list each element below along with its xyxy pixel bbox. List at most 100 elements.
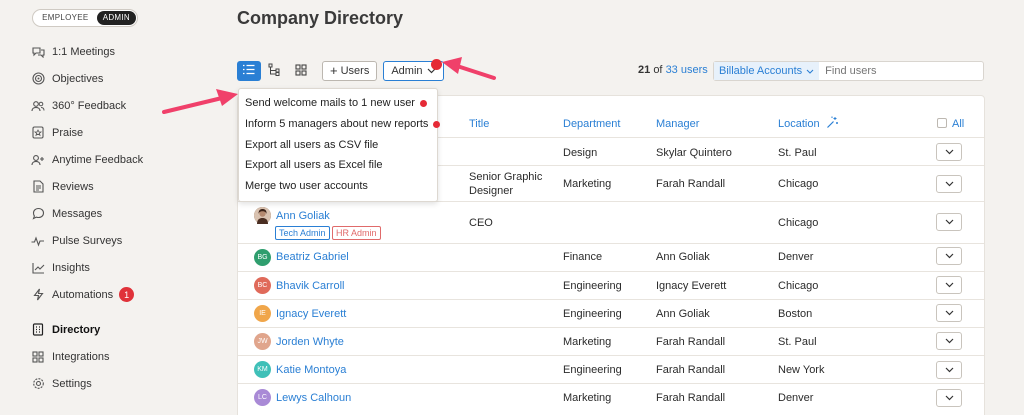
column-location[interactable]: Location (778, 118, 820, 130)
user-name-link[interactable]: Bhavik Carroll (276, 280, 344, 292)
row-actions-button[interactable] (936, 247, 962, 265)
user-count-of: of (653, 64, 663, 76)
toggle-admin[interactable]: ADMIN (96, 11, 136, 25)
chevron-down-icon (945, 392, 954, 404)
avatar: BC (254, 277, 271, 294)
menu-item-send-welcome[interactable]: Send welcome mails to 1 new user (245, 97, 427, 109)
annotation-arrow-icon (162, 89, 238, 114)
toolbar: + Users Admin (237, 59, 444, 81)
add-users-button[interactable]: + Users (322, 61, 378, 81)
row-title-line1: Senior Graphic (469, 171, 543, 183)
menu-item-label: Export all users as Excel file (245, 159, 383, 171)
menu-item-inform-managers[interactable]: Inform 5 managers about new reports (245, 118, 441, 130)
chevron-down-icon (945, 279, 954, 291)
menu-item-merge-accounts[interactable]: Merge two user accounts (245, 180, 368, 192)
plus-icon: + (330, 63, 338, 78)
chat-bubbles-icon (31, 45, 45, 59)
column-department[interactable]: Department (563, 118, 620, 130)
role-toggle[interactable]: EMPLOYEE ADMIN (32, 9, 138, 27)
avatar: KM (254, 361, 271, 378)
row-department: Marketing (563, 336, 612, 348)
building-icon (31, 323, 45, 337)
toggle-employee[interactable]: EMPLOYEE (34, 11, 97, 25)
sidebar-item-directory[interactable]: Directory (31, 316, 211, 343)
chevron-down-icon (945, 250, 954, 262)
search-input[interactable] (819, 65, 970, 77)
sidebar-item-anytime-feedback[interactable]: Anytime Feedback (31, 146, 211, 173)
row-actions-button[interactable] (936, 361, 962, 379)
column-title[interactable]: Title (469, 118, 489, 130)
row-location: Chicago (778, 280, 819, 292)
row-actions-button[interactable] (936, 389, 962, 407)
menu-item-label: Send welcome mails to 1 new user (245, 97, 415, 109)
user-name-link[interactable]: Beatriz Gabriel (276, 251, 349, 263)
tech-admin-tag: Tech Admin (275, 226, 330, 240)
user-name-link[interactable]: Katie Montoya (276, 364, 346, 376)
chevron-down-icon (945, 178, 954, 190)
chevron-down-icon (945, 216, 954, 228)
notification-dot (419, 99, 427, 107)
list-icon (242, 64, 256, 78)
sidebar-item-settings[interactable]: Settings (31, 370, 211, 397)
row-actions-button[interactable] (936, 175, 962, 193)
account-filter-label: Billable Accounts (719, 65, 803, 77)
lightning-icon (31, 288, 45, 302)
row-manager: Ann Goliak (656, 251, 710, 263)
user-filter: Billable Accounts (713, 61, 984, 81)
chevron-down-icon (945, 364, 954, 376)
row-department: Marketing (563, 392, 612, 404)
row-department: Marketing (563, 178, 612, 190)
select-all-checkbox[interactable] (937, 118, 947, 128)
column-manager[interactable]: Manager (656, 118, 699, 130)
menu-item-label: Inform 5 managers about new reports (245, 118, 429, 130)
list-view-button[interactable] (237, 61, 261, 81)
row-actions-button[interactable] (936, 276, 962, 294)
menu-item-export-excel[interactable]: Export all users as Excel file (245, 159, 383, 171)
sidebar-item-praise[interactable]: Praise (31, 119, 211, 146)
sidebar-item-insights[interactable]: Insights (31, 254, 211, 281)
row-actions-button[interactable] (936, 213, 962, 231)
hr-admin-tag: HR Admin (332, 226, 381, 240)
sidebar-item-automations[interactable]: Automations 1 (31, 281, 211, 308)
sidebar-item-pulse-surveys[interactable]: Pulse Surveys (31, 227, 211, 254)
admin-dropdown-menu: Send welcome mails to 1 new user Inform … (238, 88, 441, 202)
row-title-line2: Designer (469, 185, 514, 197)
org-chart-icon (268, 63, 282, 79)
sidebar-item-meetings[interactable]: 1:1 Meetings (31, 38, 211, 65)
select-all-label[interactable]: All (952, 118, 964, 130)
sidebar-item-label: 1:1 Meetings (52, 45, 115, 58)
user-name-link[interactable]: Ignacy Everett (276, 308, 346, 320)
org-chart-view-button[interactable] (263, 61, 287, 81)
sidebar-item-label: Messages (52, 207, 103, 220)
grid-icon (31, 350, 45, 364)
avatar (254, 207, 271, 224)
row-actions-button[interactable] (936, 143, 962, 161)
row-manager: Farah Randall (656, 392, 726, 404)
grid-view-button[interactable] (289, 61, 313, 81)
row-actions-button[interactable] (936, 304, 962, 322)
sidebar-item-messages[interactable]: Messages (31, 200, 211, 227)
account-filter-select[interactable]: Billable Accounts (714, 62, 820, 80)
user-count-total[interactable]: 33 users (666, 64, 708, 76)
speech-bubble-icon (31, 207, 45, 221)
menu-item-label: Merge two user accounts (245, 180, 368, 192)
menu-item-export-csv[interactable]: Export all users as CSV file (245, 139, 378, 151)
people-icon (31, 99, 45, 113)
sidebar-item-integrations[interactable]: Integrations (31, 343, 211, 370)
notification-dot (433, 120, 441, 128)
sidebar: EMPLOYEE ADMIN 1:1 Meetings Objectives 3… (0, 0, 215, 415)
add-users-label: Users (340, 65, 370, 77)
avatar: LC (254, 389, 271, 406)
sidebar-item-label: Anytime Feedback (52, 153, 144, 166)
user-name-link[interactable]: Lewys Calhoun (276, 392, 351, 404)
row-department: Finance (563, 251, 603, 263)
row-actions-button[interactable] (936, 332, 962, 350)
row-location: Chicago (778, 217, 819, 229)
sidebar-item-reviews[interactable]: Reviews (31, 173, 211, 200)
magic-wand-icon[interactable] (826, 116, 839, 132)
praise-card-icon (31, 126, 45, 140)
chevron-down-icon (945, 307, 954, 319)
user-name-link[interactable]: Jorden Whyte (276, 336, 344, 348)
user-name-link[interactable]: Ann Goliak (276, 210, 330, 222)
admin-menu-label: Admin (391, 65, 423, 77)
